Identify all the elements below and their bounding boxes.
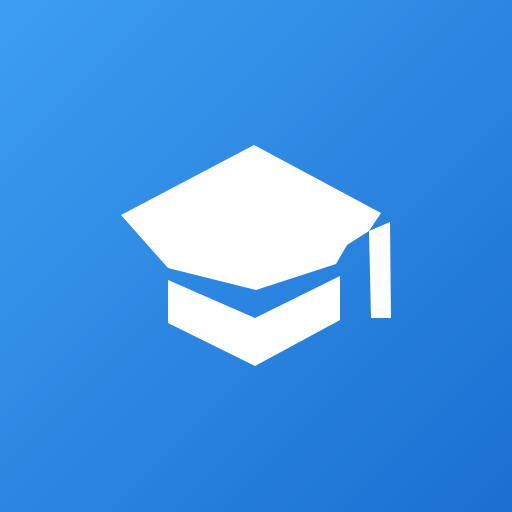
- app-icon[interactable]: [0, 0, 512, 512]
- graduation-cap-graphic: [0, 0, 512, 512]
- cap-tassel: [369, 222, 391, 318]
